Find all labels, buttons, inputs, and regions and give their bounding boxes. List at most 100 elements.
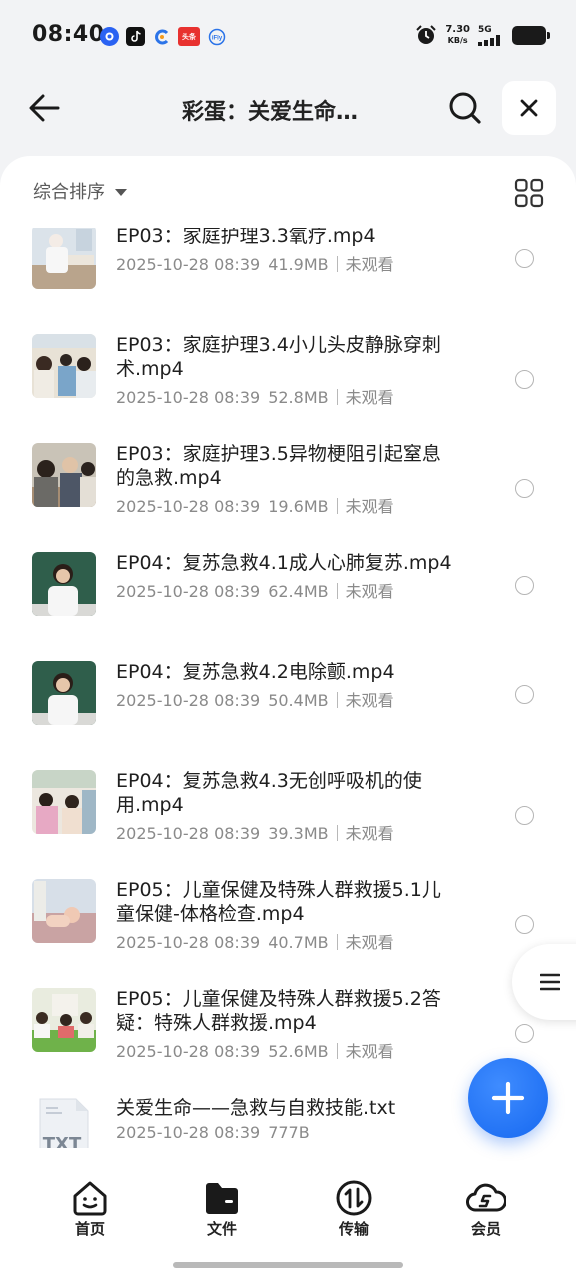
- select-radio[interactable]: [515, 479, 534, 498]
- grid-view-icon[interactable]: [514, 178, 544, 208]
- file-name: EP03：家庭护理3.5异物梗阻引起窒息的急救.mp4: [116, 443, 441, 489]
- file-row[interactable]: EP03：家庭护理3.4小儿头皮静脉穿刺术.mp4 2025-10-28 08:3…: [0, 334, 576, 443]
- network-type: 5G: [478, 24, 492, 35]
- close-button[interactable]: [502, 81, 556, 135]
- file-date: 2025-10-28 08:39: [116, 497, 261, 516]
- select-radio[interactable]: [515, 1024, 534, 1043]
- page-title: 彩蛋：关爱生命…: [181, 100, 358, 125]
- file-name: EP05：儿童保健及特殊人群救援5.1儿童保健-体格检查.mp4: [116, 879, 441, 925]
- file-size: 39.3MB: [268, 824, 329, 843]
- file-row[interactable]: EP05：儿童保健及特殊人群救援5.1儿童保健-体格检查.mp4 2025-10-…: [0, 879, 576, 988]
- nav-label-files: 文件: [206, 1220, 237, 1238]
- net-speed-unit: KB/s: [447, 36, 468, 45]
- watch-status: 未观看: [345, 582, 394, 601]
- home-indicator: [173, 1262, 403, 1268]
- signal-group: 5G: [478, 25, 504, 46]
- battery-icon: [512, 25, 550, 45]
- nav-member[interactable]: 会员: [446, 1180, 526, 1239]
- file-name: 关爱生命——急救与自救技能.txt: [116, 1097, 396, 1119]
- file-meta: 2025-10-28 08:39 39.3MB 未观看: [116, 820, 394, 844]
- toutiao-text: 头条: [182, 32, 196, 41]
- file-date: 2025-10-28 08:39: [116, 933, 261, 952]
- ifly-icon: iFly: [207, 27, 226, 46]
- file-size: 62.4MB: [268, 582, 329, 601]
- select-radio[interactable]: [515, 576, 534, 595]
- file-row[interactable]: EP03：家庭护理3.3氧疗.mp4 2025-10-28 08:39 41.9MB…: [0, 228, 576, 334]
- video-thumbnail: [32, 661, 96, 725]
- file-date: 2025-10-28 08:39: [116, 691, 261, 710]
- meta-divider: [336, 1043, 338, 1059]
- select-radio[interactable]: [515, 249, 534, 268]
- file-date: 2025-10-28 08:39: [116, 824, 261, 843]
- nav-files[interactable]: 文件: [182, 1180, 262, 1239]
- nav-home[interactable]: 首页: [50, 1180, 130, 1239]
- arrow-left-icon: [29, 94, 60, 122]
- select-radio[interactable]: [515, 806, 534, 825]
- file-meta: 2025-10-28 08:39 40.7MB 未观看: [116, 929, 394, 953]
- watch-status: 未观看: [345, 255, 394, 274]
- nav-transfer[interactable]: 传输: [314, 1180, 394, 1239]
- file-date: 2025-10-28 08:39: [116, 1042, 261, 1061]
- file-date: 2025-10-28 08:39: [116, 388, 261, 407]
- net-speed: 7.30 KB/s: [445, 24, 470, 46]
- meta-divider: [336, 934, 338, 950]
- file-row[interactable]: EP04：复苏急救4.3无创呼吸机的使用.mp4 2025-10-28 08:39…: [0, 770, 576, 879]
- watch-status: 未观看: [345, 497, 394, 516]
- file-name: EP03：家庭护理3.3氧疗.mp4: [116, 228, 376, 247]
- select-radio[interactable]: [515, 915, 534, 934]
- video-thumbnail: [32, 334, 96, 398]
- watch-status: 未观看: [345, 824, 394, 843]
- file-meta: 2025-10-28 08:39 50.4MB 未观看: [116, 687, 394, 711]
- search-button[interactable]: [443, 86, 487, 130]
- nav-label-transfer: 传输: [338, 1220, 369, 1238]
- file-date: 2025-10-28 08:39: [116, 255, 261, 274]
- file-size: 41.9MB: [268, 255, 329, 274]
- select-radio[interactable]: [515, 370, 534, 389]
- browser-icon: [152, 27, 171, 46]
- toutiao-icon: 头条: [178, 27, 200, 46]
- alarm-icon: [416, 25, 437, 44]
- meta-divider: [336, 583, 338, 599]
- file-size: 50.4MB: [268, 691, 329, 710]
- search-icon: [449, 92, 481, 124]
- file-list: EP03：家庭护理3.3氧疗.mp4 2025-10-28 08:39 41.9MB…: [0, 228, 576, 1148]
- video-thumbnail: [32, 770, 96, 834]
- meta-divider: [336, 825, 338, 841]
- status-time: 08:40: [32, 22, 105, 47]
- file-meta: 2025-10-28 08:39 52.6MB 未观看: [116, 1038, 394, 1062]
- cloud-member-icon: [466, 1183, 506, 1212]
- video-thumbnail: [32, 228, 96, 289]
- file-row[interactable]: EP04：复苏急救4.1成人心肺复苏.mp4 2025-10-28 08:39 62…: [0, 552, 576, 661]
- video-thumbnail: [32, 552, 96, 616]
- file-row[interactable]: EP04：复苏急救4.2电除颤.mp4 2025-10-28 08:39 50.4M…: [0, 661, 576, 770]
- plus-icon: [491, 1081, 525, 1115]
- transfer-icon: [336, 1180, 372, 1216]
- add-button[interactable]: [468, 1058, 548, 1138]
- file-size: 52.6MB: [268, 1042, 329, 1061]
- status-app-icons: 头条 iFly: [100, 27, 226, 46]
- file-size: 40.7MB: [268, 933, 329, 952]
- video-thumbnail: [32, 879, 96, 943]
- tiktok-icon: [126, 27, 145, 46]
- file-size: 777B: [268, 1123, 310, 1142]
- svg-text:iFly: iFly: [211, 35, 222, 41]
- back-button[interactable]: [22, 86, 66, 130]
- menu-icon: [540, 973, 560, 991]
- net-speed-value: 7.30: [445, 24, 470, 35]
- sort-dropdown[interactable]: 综合排序: [33, 178, 127, 204]
- file-meta: 2025-10-28 08:39 41.9MB 未观看: [116, 251, 394, 275]
- file-meta: 2025-10-28 08:39 19.6MB 未观看: [116, 493, 394, 517]
- watch-status: 未观看: [345, 388, 394, 407]
- nav-label-member: 会员: [470, 1220, 501, 1238]
- status-right: 7.30 KB/s 5G: [415, 24, 550, 46]
- close-icon: [520, 99, 538, 117]
- file-name: EP03：家庭护理3.4小儿头皮静脉穿刺术.mp4: [116, 334, 441, 380]
- header: 彩蛋：关爱生命…: [0, 78, 576, 140]
- file-name: EP05：儿童保健及特殊人群救援5.2答疑：特殊人群救援.mp4: [116, 988, 441, 1034]
- meta-divider: [336, 256, 338, 272]
- file-row[interactable]: EP03：家庭护理3.5异物梗阻引起窒息的急救.mp4 2025-10-28 08…: [0, 443, 576, 552]
- file-meta: 2025-10-28 08:39 62.4MB 未观看: [116, 578, 394, 602]
- video-thumbnail: [32, 988, 96, 1052]
- caret-down-icon: [115, 188, 127, 196]
- select-radio[interactable]: [515, 685, 534, 704]
